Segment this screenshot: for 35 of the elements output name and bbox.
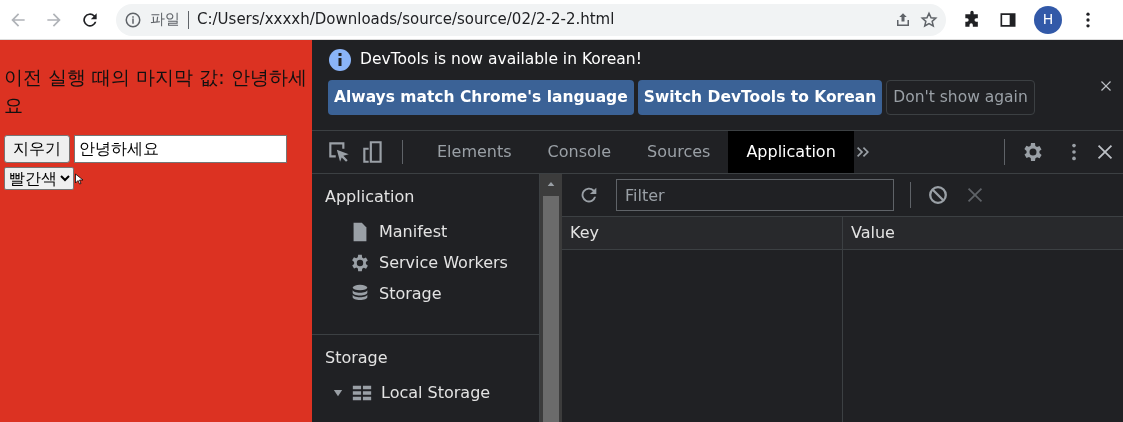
sidebar-heading: Storage <box>325 347 389 369</box>
devtools-tab[interactable]: Console <box>529 131 630 173</box>
close-icon[interactable] <box>1099 79 1113 93</box>
expand-arrow-icon[interactable] <box>333 387 343 398</box>
delete-icon[interactable] <box>965 185 985 205</box>
star-icon[interactable] <box>920 10 938 29</box>
infobar-button[interactable]: Always match Chrome's language <box>328 80 634 116</box>
sidebar-item[interactable]: Local Storage <box>381 380 491 405</box>
profile-avatar[interactable]: H <box>1034 5 1062 34</box>
infobar-message: DevTools is now available in Korean! <box>360 49 642 71</box>
clear-all-icon[interactable] <box>927 184 949 206</box>
devtools-tab[interactable]: Sources <box>629 131 729 173</box>
infobar-button[interactable]: Don't show again <box>886 80 1035 116</box>
color-select[interactable]: 빨간색 <box>4 167 74 191</box>
url-text[interactable]: C:/Users/xxxxh/Downloads/source/source/02/2-2-2.html <box>197 8 886 31</box>
scroll-up-icon[interactable] <box>546 180 556 188</box>
sidebar-heading: Application <box>325 186 416 208</box>
devtools-tab[interactable]: Application <box>728 131 854 173</box>
sidebar-item[interactable]: Manifest <box>379 219 448 244</box>
text-input[interactable]: 안녕하세요 <box>74 135 287 164</box>
info-icon <box>124 10 142 29</box>
filter-field[interactable]: Filter <box>616 179 894 211</box>
info-icon <box>328 48 352 72</box>
scrollbar[interactable] <box>540 174 562 422</box>
column-header[interactable]: Key <box>562 217 842 250</box>
scheme-label: 파일 <box>150 9 180 31</box>
cursor-icon <box>74 170 86 187</box>
column-header[interactable]: Value <box>843 217 1123 250</box>
infobar-button[interactable]: Switch DevTools to Korean <box>637 80 883 116</box>
clear-button[interactable]: 지우기 <box>4 135 70 164</box>
sidebar-item[interactable]: Storage <box>379 281 442 306</box>
devtools-tab[interactable]: Elements <box>419 131 530 173</box>
page-message: 이전 실행 때의 마지막 값: 안녕하세요 <box>4 65 308 118</box>
close-icon[interactable] <box>1095 142 1115 162</box>
sidebar-item[interactable]: Service Workers <box>379 250 508 275</box>
